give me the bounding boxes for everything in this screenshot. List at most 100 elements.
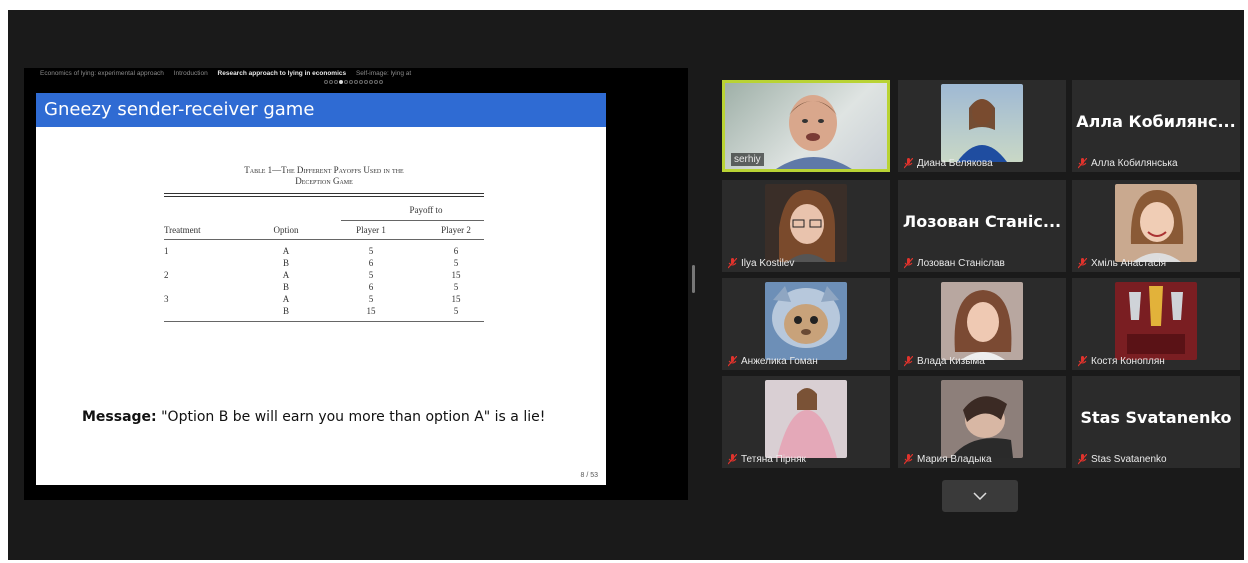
video-feed xyxy=(941,84,1023,162)
participant-label: Диана Белякова xyxy=(904,158,993,169)
slide-title: Gneezy sender-receiver game xyxy=(36,93,606,127)
table-cell: A xyxy=(282,270,290,280)
table-cell: 3 xyxy=(164,294,169,304)
muted-mic-icon xyxy=(1078,356,1087,367)
view-splitter-handle[interactable] xyxy=(692,265,695,293)
nav-section[interactable]: Introduction xyxy=(174,70,208,77)
participant-label: Анжелика Гоман xyxy=(728,356,818,367)
slide-progress-dots xyxy=(324,80,383,84)
participant-name: Ilya Kostilev xyxy=(741,258,795,269)
participant-label: Хміль Анастасія xyxy=(1078,258,1166,269)
video-feed xyxy=(941,380,1023,458)
slide-message: Message: "Option B be will earn you more… xyxy=(82,409,545,425)
slide-page-number: 8 / 53 xyxy=(580,472,598,479)
table-cell: 5 xyxy=(453,282,459,292)
muted-mic-icon xyxy=(904,454,913,465)
participant-label: serhiy xyxy=(731,153,764,166)
table-header: Player 1 xyxy=(356,225,386,235)
table-cell: 6 xyxy=(368,258,374,268)
muted-mic-icon xyxy=(1078,258,1087,269)
table-top-rule xyxy=(164,193,484,194)
participant-tile-serhiy[interactable]: serhiy xyxy=(722,80,890,172)
message-text: "Option B be will earn you more than opt… xyxy=(161,409,546,425)
participant-label: Лозован Станіслав xyxy=(904,258,1005,269)
table-caption-line: Deception Game xyxy=(295,176,353,186)
participant-name: Диана Белякова xyxy=(917,158,993,169)
table-cell: 5 xyxy=(368,270,374,280)
participant-video-icon xyxy=(779,189,835,262)
table-cell: 5 xyxy=(453,258,459,268)
video-feed xyxy=(1115,184,1197,262)
participant-display-name: Stas Svatanenko xyxy=(1080,408,1232,427)
participant-display-name: Лозован Станіс... xyxy=(902,212,1062,231)
participant-label: Тетяна Пірняк xyxy=(728,454,806,465)
participant-tile[interactable]: Влада Кизыма xyxy=(898,278,1066,370)
table-cell: 15 xyxy=(451,294,461,304)
table-group-header: Payoff to xyxy=(409,205,443,215)
participant-tile[interactable]: Хміль Анастасія xyxy=(1072,180,1240,272)
participant-video-icon xyxy=(1127,286,1185,354)
nav-section-active[interactable]: Research approach to lying in economics xyxy=(218,70,347,77)
participant-label: Stas Svatanenko xyxy=(1078,454,1167,465)
table-top-rule xyxy=(164,196,484,197)
participant-label: Костя Коноплян xyxy=(1078,356,1165,367)
chevron-down-icon xyxy=(973,492,987,500)
table-bottom-rule xyxy=(164,321,484,322)
table-cell: B xyxy=(282,282,289,292)
participant-name: Анжелика Гоман xyxy=(741,356,818,367)
table-cell: A xyxy=(282,246,290,256)
video-feed xyxy=(1115,282,1197,360)
shared-screen: Economics of lying: experimental approac… xyxy=(24,68,688,500)
table-cell: 2 xyxy=(164,270,169,280)
table-header-rule xyxy=(164,239,484,240)
table-cell: 5 xyxy=(368,294,374,304)
muted-mic-icon xyxy=(728,258,737,269)
meeting-window: Economics of lying: experimental approac… xyxy=(8,10,1244,560)
participant-tile[interactable]: Алла Кобилянс... Алла Кобилянська xyxy=(1072,80,1240,172)
muted-mic-icon xyxy=(1078,158,1087,169)
table-header: Treatment xyxy=(164,225,201,235)
table-cell: 1 xyxy=(164,246,169,256)
table-cell: 5 xyxy=(453,306,459,316)
participant-name: Алла Кобилянська xyxy=(1091,158,1178,169)
participant-name: Костя Коноплян xyxy=(1091,356,1165,367)
table-caption: Table 1—The Different Payoffs Used in th… xyxy=(154,165,494,187)
participant-name: Лозован Станіслав xyxy=(917,258,1005,269)
nav-section[interactable]: Economics of lying: experimental approac… xyxy=(40,70,164,77)
table-header: Option xyxy=(273,225,299,235)
participant-label: Алла Кобилянська xyxy=(1078,158,1178,169)
muted-mic-icon xyxy=(904,258,913,269)
participant-tile[interactable]: Мария Владыка xyxy=(898,376,1066,468)
participant-tile[interactable]: Лозован Станіс... Лозован Станіслав xyxy=(898,180,1066,272)
table-caption-line: Table 1—The Different Payoffs Used in th… xyxy=(244,165,404,175)
table-cell: 15 xyxy=(451,270,461,280)
participant-name: Хміль Анастасія xyxy=(1091,258,1167,269)
video-feed xyxy=(941,282,1023,360)
participant-name: serhiy xyxy=(731,153,764,166)
table-cell: B xyxy=(282,258,289,268)
participant-name: Stas Svatanenko xyxy=(1091,454,1167,465)
participant-tile[interactable]: Ilya Kostilev xyxy=(722,180,890,272)
video-feed xyxy=(765,184,847,262)
participant-tile[interactable]: Анжелика Гоман xyxy=(722,278,890,370)
participant-label: Ilya Kostilev xyxy=(728,258,794,269)
participant-video-icon xyxy=(957,99,1007,162)
participant-tile[interactable]: Костя Коноплян xyxy=(1072,278,1240,370)
participant-video-icon xyxy=(1130,190,1184,262)
table-cell: 15 xyxy=(366,306,376,316)
muted-mic-icon xyxy=(728,356,737,367)
participant-tile[interactable]: Stas Svatanenko Stas Svatanenko xyxy=(1072,376,1240,468)
muted-mic-icon xyxy=(728,454,737,465)
gallery-next-page-button[interactable] xyxy=(942,480,1018,512)
participant-label: Мария Владыка xyxy=(904,454,992,465)
participant-name: Тетяна Пірняк xyxy=(741,454,806,465)
participant-name: Влада Кизыма xyxy=(917,356,985,367)
participant-tile[interactable]: Диана Белякова xyxy=(898,80,1066,172)
participant-tile[interactable]: Тетяна Пірняк xyxy=(722,376,890,468)
muted-mic-icon xyxy=(1078,454,1087,465)
nav-section[interactable]: Self-image: lying at xyxy=(356,70,411,77)
participant-video-icon xyxy=(777,388,837,458)
video-feed xyxy=(765,380,847,458)
slide: Gneezy sender-receiver game Table 1—The … xyxy=(36,93,606,485)
participant-video-icon xyxy=(954,290,1012,360)
